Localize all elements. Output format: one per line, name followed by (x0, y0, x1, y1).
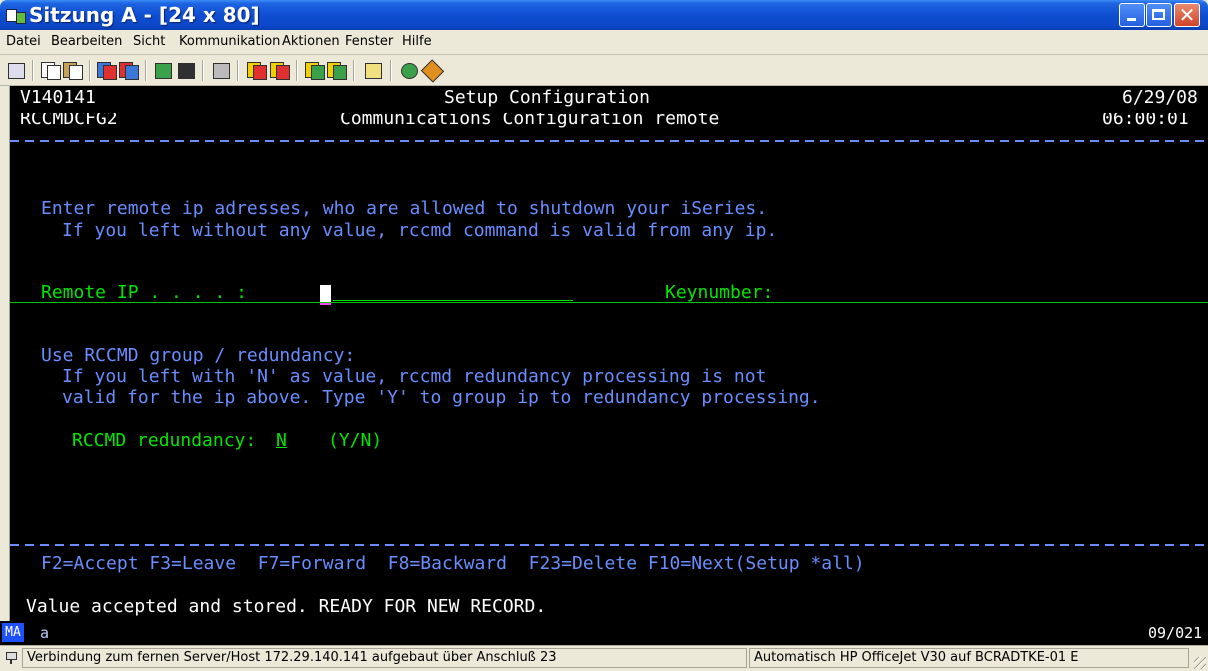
menu-datei[interactable]: Datei (6, 34, 41, 49)
menu-kommunikation[interactable]: Kommunikation (179, 34, 280, 49)
close-button[interactable]: ✕ (1174, 3, 1200, 27)
help-icon[interactable] (420, 59, 445, 83)
receive-file-icon[interactable] (118, 60, 139, 80)
display-keypad-icon[interactable] (152, 60, 173, 80)
keynumber-label: Keynumber: (665, 282, 774, 303)
remote-ip-underline (333, 300, 573, 301)
menu-sicht[interactable]: Sicht (133, 34, 165, 49)
group-heading: Use RCCMD group / redundancy: (41, 345, 356, 366)
menu-fenster[interactable]: Fenster (345, 34, 393, 49)
stop-macro-icon[interactable] (269, 60, 290, 80)
paste-icon[interactable] (62, 60, 83, 80)
maximize-button[interactable] (1146, 3, 1172, 27)
screen-subtitle: Communications Configuration remote (340, 113, 720, 129)
send-file-icon[interactable] (96, 60, 117, 80)
menu-hilfe[interactable]: Hilfe (402, 34, 432, 49)
redundancy-options: (Y/N) (328, 430, 383, 451)
oia-session: a (40, 624, 50, 642)
customize-icon[interactable] (304, 60, 325, 80)
menu-bearbeiten[interactable]: Bearbeiten (51, 34, 122, 49)
oia-cursor-position: 09/021 (1148, 624, 1203, 642)
terminal-header-area: V140141 Setup Configuration 6/29/08 (10, 86, 1208, 113)
group-line-2: valid for the ip above. Type 'Y' to grou… (62, 387, 821, 408)
redundancy-field[interactable]: N (276, 431, 287, 451)
oia-mode-indicator: MA (2, 623, 24, 642)
toolbar (0, 55, 1208, 86)
minimize-button[interactable] (1119, 3, 1145, 27)
redundancy-label: RCCMD redundancy: (72, 430, 257, 451)
remote-ip-label: Remote IP . . . . : (41, 282, 247, 303)
screen-id: RCCMDCFG2 (20, 113, 118, 129)
menu-aktionen[interactable]: Aktionen (282, 34, 340, 49)
resize-grip[interactable] (1194, 657, 1206, 669)
input-row-separator (10, 302, 1208, 303)
screen-title: Setup Configuration (444, 87, 650, 108)
close-icon: ✕ (1178, 3, 1196, 27)
minimize-icon (1127, 18, 1136, 21)
printer-status: Automatisch HP OfficeJet V30 auf BCRADTK… (749, 648, 1189, 668)
globe-icon[interactable] (398, 60, 419, 80)
connection-icon (4, 650, 18, 664)
program-id: V140141 (20, 87, 96, 108)
print-screen-icon[interactable] (5, 60, 26, 80)
status-bar: Verbindung zum fernen Server/Host 172.29… (0, 645, 1208, 671)
copy-icon[interactable] (40, 60, 61, 80)
group-line-1: If you left with 'N' as value, rccmd red… (62, 366, 767, 387)
macro-icon[interactable] (175, 60, 196, 80)
menu-bar: Datei Bearbeiten Sicht Kommunikation Akt… (0, 30, 1208, 55)
window-left-border (0, 86, 10, 646)
connection-status: Verbindung zum fernen Server/Host 172.29… (22, 648, 747, 668)
operator-info-area: MA a 09/021 (0, 621, 1208, 645)
instruction-line-1: Enter remote ip adresses, who are allowe… (41, 198, 768, 219)
footer-divider (10, 544, 1208, 546)
record-macro-icon[interactable] (210, 60, 231, 80)
play-macro-icon[interactable] (246, 60, 267, 80)
function-keys: F2=Accept F3=Leave F7=Forward F8=Backwar… (41, 553, 865, 574)
window-title: Sitzung A - [24 x 80] (29, 3, 260, 27)
cursor-underline (320, 303, 331, 305)
screen-date: 6/29/08 (1122, 87, 1198, 108)
clipboard-icon[interactable] (362, 60, 383, 80)
session-icon (6, 9, 26, 24)
title-bar[interactable]: Sitzung A - [24 x 80] ✕ (0, 0, 1208, 30)
keyboard-map-icon[interactable] (326, 60, 347, 80)
terminal-screen[interactable]: RCCMDCFG2 Communications Configuration r… (10, 113, 1208, 621)
instruction-line-2: If you left without any value, rccmd com… (62, 220, 778, 241)
maximize-icon (1152, 9, 1165, 20)
text-cursor (320, 285, 331, 302)
header-divider (10, 140, 1208, 142)
screen-time: 06:00:01 (1102, 113, 1189, 129)
status-message: Value accepted and stored. READY FOR NEW… (26, 596, 547, 617)
